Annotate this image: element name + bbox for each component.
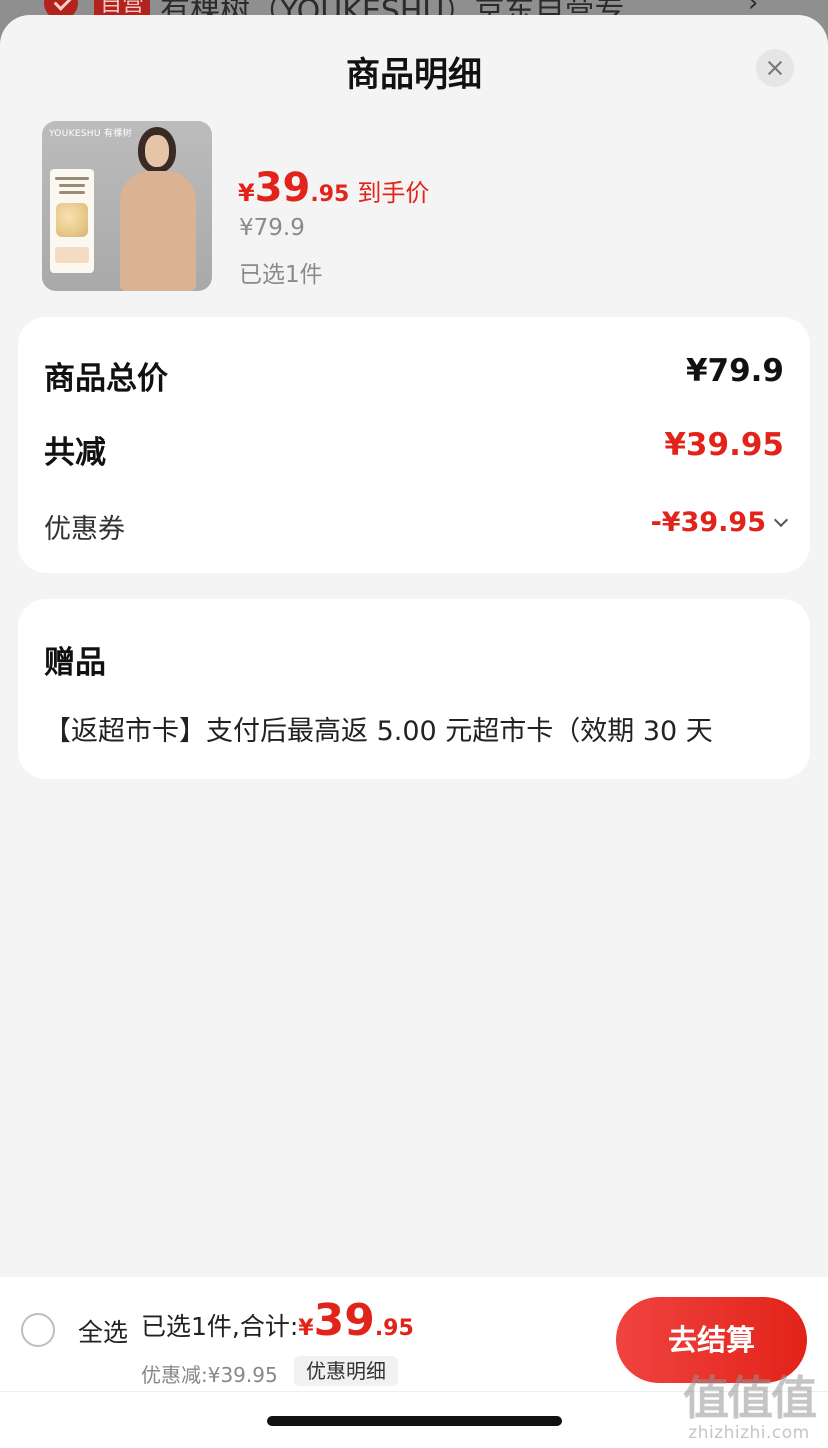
- selected-count: 已选1件: [239, 262, 323, 288]
- total-reduction-label: 共减: [44, 435, 106, 471]
- total-price-value: ¥79.9: [685, 353, 784, 389]
- chevron-down-icon: [773, 512, 789, 528]
- final-price: ¥39.95 到手价: [238, 165, 429, 211]
- total-price-label: 商品总价: [44, 361, 168, 397]
- select-all-label[interactable]: 全选: [78, 1313, 128, 1349]
- checkout-bar: 全选 已选1件,合计:¥39.95 优惠减:¥39.95 优惠明细 去结算 值值…: [0, 1277, 828, 1448]
- total-decimal: .95: [374, 1316, 414, 1341]
- model-face-graphic: [145, 135, 169, 167]
- total-currency: ¥: [298, 1316, 314, 1341]
- discount-detail-button[interactable]: 优惠明细: [294, 1356, 398, 1386]
- coupon-value: -¥39.95: [650, 507, 766, 538]
- price-breakdown-card: 商品总价 ¥79.9 共减 ¥39.95 优惠券 -¥39.95: [18, 317, 810, 573]
- select-all-radio[interactable]: [21, 1313, 55, 1347]
- product-thumbnail[interactable]: YOUKESHU 有棵树: [42, 121, 212, 291]
- coupon-row-toggle[interactable]: -¥39.95: [650, 507, 789, 538]
- site-watermark: 值值值 zhizhizhi.com: [678, 1373, 820, 1443]
- gift-title: 赠品: [44, 645, 106, 681]
- watermark-logo: 值值值: [683, 1371, 817, 1425]
- gift-card: 赠品 【返超市卡】支付后最高返 5.00 元超市卡（效期 30 天: [18, 599, 810, 779]
- price-decimal: .95: [310, 182, 350, 207]
- price-currency: ¥: [238, 179, 255, 207]
- order-total: 已选1件,合计:¥39.95: [141, 1295, 414, 1346]
- coupon-label: 优惠券: [44, 514, 125, 545]
- discount-summary: 优惠减:¥39.95: [141, 1363, 278, 1387]
- home-indicator[interactable]: [267, 1416, 562, 1426]
- model-body-graphic: [120, 171, 196, 291]
- price-integer: 39: [254, 165, 311, 211]
- product-detail-sheet: 商品明细 YOUKESHU 有棵树 ¥39.95 到手价 ¥79.9 已选1件 商…: [0, 15, 828, 1448]
- total-integer: 39: [313, 1295, 375, 1346]
- product-brand-logo: YOUKESHU 有棵树: [49, 129, 132, 139]
- gift-description: 【返超市卡】支付后最高返 5.00 元超市卡（效期 30 天: [44, 716, 713, 747]
- order-summary-text: 已选1件,合计:: [141, 1312, 299, 1341]
- product-promo-card-graphic: [50, 169, 94, 273]
- original-price: ¥79.9: [239, 215, 305, 241]
- sheet-title: 商品明细: [346, 55, 482, 95]
- close-icon[interactable]: [756, 49, 794, 87]
- total-reduction-value: ¥39.95: [664, 427, 784, 463]
- watermark-url: zhizhizhi.com: [688, 1423, 810, 1443]
- final-price-label: 到手价: [357, 179, 430, 207]
